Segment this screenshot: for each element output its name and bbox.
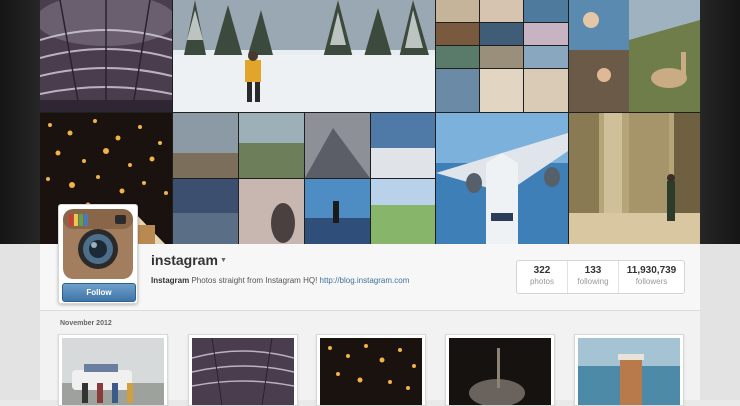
cover-photo-grid-b[interactable] [173, 113, 435, 244]
profile-stats: 322 photos 133 following 11,930,739 foll… [516, 260, 685, 294]
feed-photo[interactable] [445, 334, 555, 406]
cover-photo-building[interactable] [569, 113, 700, 244]
instagram-logo-icon[interactable] [63, 209, 133, 279]
cover-photo-llama[interactable] [569, 0, 700, 112]
cover-photo-mosaic [40, 0, 700, 244]
stat-following[interactable]: 133 following [568, 261, 619, 293]
stat-photos-count: 322 [533, 265, 551, 276]
stat-photos-label: photos [529, 277, 555, 286]
stat-followers-count: 11,930,739 [626, 265, 677, 276]
profile-bio: Instagram Photos straight from Instagram… [151, 276, 409, 285]
stat-followers-label: followers [635, 277, 668, 286]
cover-left-edge [0, 0, 40, 244]
left-gutter [0, 244, 40, 400]
cover-photo-snow[interactable] [173, 0, 435, 112]
stat-followers[interactable]: 11,930,739 followers [619, 261, 684, 293]
follow-button[interactable]: Follow [62, 283, 136, 302]
cover-right-edge [700, 0, 740, 244]
stat-photos[interactable]: 322 photos [517, 261, 568, 293]
cover-photo-airplane[interactable] [436, 113, 568, 244]
right-gutter [700, 244, 740, 400]
profile-website-link[interactable]: http://blog.instagram.com [320, 276, 410, 285]
cover-photo-dome[interactable] [40, 0, 172, 112]
profile-username: instagram [151, 252, 218, 268]
stat-following-label: following [577, 277, 609, 286]
stat-following-count: 133 [584, 265, 602, 276]
profile-avatar-card: Follow [58, 204, 138, 304]
profile-full-name: Instagram [151, 276, 190, 285]
feed-photo[interactable] [58, 334, 168, 406]
feed-month-label: November 2012 [60, 320, 112, 327]
feed-photo[interactable] [316, 334, 426, 406]
feed-photo[interactable] [574, 334, 684, 406]
profile-bio-text: Photos straight from Instagram HQ! [191, 276, 318, 285]
feed-photo[interactable] [188, 334, 298, 406]
chevron-down-icon[interactable]: ▼ [220, 257, 227, 264]
cover-photo-grid-a[interactable] [436, 0, 568, 112]
